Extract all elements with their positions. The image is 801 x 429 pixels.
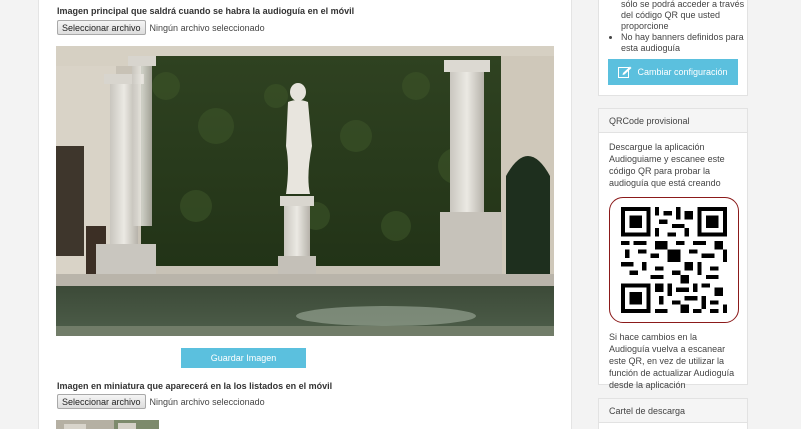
main-image-label: Imagen principal que saldrá cuando se ha…: [57, 6, 355, 16]
main-image-file-row: Seleccionar archivo Ningún archivo selec…: [57, 20, 265, 35]
edit-icon: [618, 66, 632, 78]
qr-code-frame: [609, 197, 739, 323]
download-card: Cartel de descarga: [598, 398, 748, 429]
main-image-file-status: Ningún archivo seleccionado: [149, 22, 265, 33]
qr-card-body: Descargue la aplicación Audioguiame y es…: [599, 133, 747, 399]
features-list: sólo se podrá acceder a través del códig…: [599, 0, 747, 54]
thumbnail-file-button[interactable]: Seleccionar archivo: [57, 394, 146, 409]
download-card-title: Cartel de descarga: [599, 399, 747, 423]
qr-note: Si hace cambios en la Audioguía vuelva a…: [609, 332, 735, 390]
qr-card-title: QRCode provisional: [599, 109, 747, 133]
qr-card: QRCode provisional Descargue la aplicaci…: [598, 108, 748, 390]
features-item-banners: No hay banners definidos para esta audio…: [621, 32, 747, 54]
features-continuation: sólo se podrá acceder a través del códig…: [621, 0, 745, 31]
thumbnail-file-row: Seleccionar archivo Ningún archivo selec…: [57, 394, 265, 409]
qr-instructions: Descargue la aplicación Audioguiame y es…: [609, 142, 725, 188]
change-config-label: Cambiar configuración: [637, 67, 728, 77]
fountain-photo: [56, 46, 554, 336]
thumbnail-label: Imagen en miniatura que aparecerá en la …: [57, 381, 333, 391]
thumbnail-file-status: Ningún archivo seleccionado: [149, 396, 265, 407]
thumbnail-preview: [56, 420, 159, 429]
main-image-file-button[interactable]: Seleccionar archivo: [57, 20, 146, 35]
qr-code-icon[interactable]: [621, 207, 727, 313]
change-config-button[interactable]: Cambiar configuración: [608, 59, 738, 85]
save-image-button[interactable]: Guardar Imagen: [181, 348, 306, 368]
main-image-preview: [56, 46, 554, 336]
main-panel: Imagen principal que saldrá cuando se ha…: [38, 0, 572, 429]
features-card: sólo se podrá acceder a través del códig…: [598, 0, 748, 96]
thumbnail-photo: [56, 420, 159, 429]
